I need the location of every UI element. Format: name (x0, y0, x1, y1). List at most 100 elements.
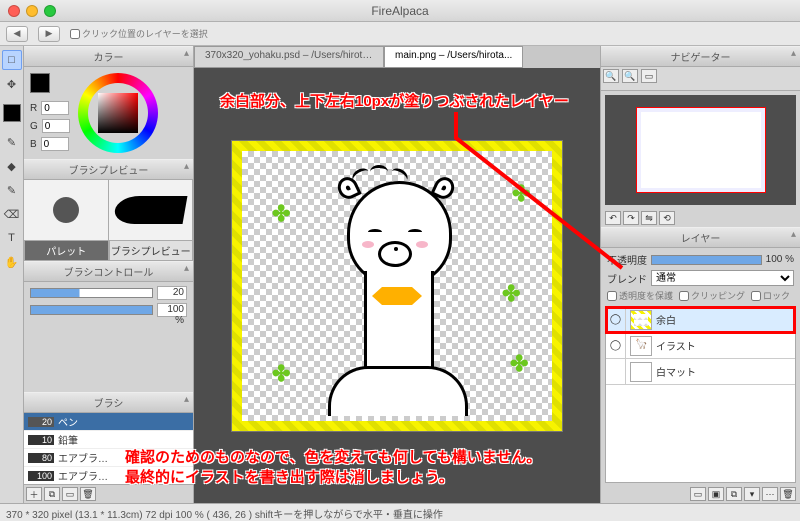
minimize-icon[interactable] (26, 5, 38, 17)
clover-icon: ✤ (512, 181, 530, 207)
brush-name: 鉛筆 (58, 432, 78, 447)
alpaca-illustration (322, 171, 472, 401)
status-bar: 370 * 320 pixel (13.1 * 11.3cm) 72 dpi 1… (0, 503, 800, 521)
navigator-header: ナビゲーター▴ (601, 46, 800, 67)
merge-layer-button[interactable]: ▾ (744, 487, 760, 501)
lock-checkbox[interactable]: ロック (751, 289, 790, 302)
brush-name: エアブラ… (58, 450, 108, 465)
tool-pencil-icon[interactable]: ✎ (2, 180, 22, 200)
brush-item[interactable]: 100エアブラ… (24, 467, 193, 484)
g-label: G (30, 121, 38, 132)
clover-icon: ✤ (272, 361, 290, 387)
layer-opacity-slider[interactable] (651, 255, 762, 265)
layer-thumbnail (630, 336, 652, 356)
rotate-left-button[interactable]: ↶ (605, 211, 621, 225)
reset-button[interactable]: ⟲ (659, 211, 675, 225)
blend-label: ブレンド (607, 271, 647, 286)
g-input[interactable] (42, 119, 70, 133)
duplicate-layer-button[interactable]: ⧉ (726, 487, 742, 501)
duplicate-brush-button[interactable]: ⧉ (44, 487, 60, 501)
r-input[interactable] (41, 101, 69, 115)
r-label: R (30, 103, 37, 114)
close-icon[interactable]: ▴ (184, 161, 189, 172)
brush-item[interactable]: 20ペン (24, 413, 193, 431)
brush-item[interactable]: 80エアブラ… (24, 449, 193, 467)
brush-size-slider[interactable] (30, 288, 153, 298)
brush-name: エアブラ… (58, 468, 108, 483)
close-icon[interactable]: ▴ (791, 229, 796, 240)
brush-stroke-icon (113, 196, 188, 224)
clipping-checkbox[interactable]: クリッピング (679, 289, 745, 302)
layer-row-illust[interactable]: ◯ イラスト (606, 333, 795, 359)
nav-forward-button[interactable]: ▶ (38, 26, 60, 42)
layer-menu-button[interactable]: ⋯ (762, 487, 778, 501)
color-panel-header: カラー▴ (24, 46, 193, 67)
folder-brush-button[interactable]: ▭ (62, 487, 78, 501)
layer-panel-header: レイヤー▴ (601, 227, 800, 248)
close-icon[interactable]: ▴ (184, 263, 189, 274)
navigator-preview[interactable] (605, 95, 796, 205)
new-folder-button[interactable]: ▣ (708, 487, 724, 501)
blend-mode-select[interactable]: 通常 (651, 270, 794, 286)
layer-list: ◯ 余白 ◯ イラスト 白マット (605, 306, 796, 483)
brush-preview-tab[interactable]: ブラシプレビュー (109, 240, 194, 261)
zoom-out-button[interactable]: 🔍 (603, 69, 619, 83)
brush-size-value[interactable]: 20 (157, 286, 187, 300)
close-icon[interactable]: ▴ (184, 394, 189, 405)
tool-marquee-icon[interactable]: □ (2, 50, 22, 70)
b-input[interactable] (41, 137, 69, 151)
layer-thumbnail (630, 362, 652, 382)
delete-layer-button[interactable]: 🗑 (780, 487, 796, 501)
brush-tip-dot-icon (53, 197, 79, 223)
brush-preview (24, 180, 193, 240)
layer-row-yohaku[interactable]: ◯ 余白 (606, 307, 795, 333)
tool-eraser-icon[interactable]: ⌫ (2, 204, 22, 224)
toolbox: □ ✥ ✎ ◆ ✎ ⌫ T ✋ (0, 46, 24, 503)
zoom-fit-button[interactable]: ▭ (641, 69, 657, 83)
tool-pen-icon[interactable]: ✎ (2, 132, 22, 152)
tool-bucket-icon[interactable]: ◆ (2, 156, 22, 176)
zoom-in-button[interactable]: 🔍 (622, 69, 638, 83)
tool-text-icon[interactable]: T (2, 228, 22, 248)
layer-visibility-icon[interactable]: ◯ (606, 333, 626, 358)
brush-item[interactable]: 10鉛筆 (24, 431, 193, 449)
clover-icon: ✤ (510, 351, 528, 377)
new-layer-button[interactable]: ▭ (690, 487, 706, 501)
brush-opacity-value[interactable]: 100 % (157, 303, 187, 317)
canvas-yellow-margin: ✤ ✤ ✤ ✤ ✤ (232, 141, 562, 431)
delete-brush-button[interactable]: 🗑 (80, 487, 96, 501)
nav-back-button[interactable]: ◀ (6, 26, 28, 42)
close-icon[interactable]: ▴ (184, 48, 189, 59)
close-icon[interactable]: ▴ (791, 48, 796, 59)
select-layer-at-click-checkbox[interactable]: クリック位置のレイヤーを選択 (70, 27, 208, 40)
rotate-right-button[interactable]: ↷ (623, 211, 639, 225)
layer-name: 余白 (656, 312, 676, 327)
layer-visibility-icon[interactable]: ◯ (606, 307, 626, 332)
layer-visibility-icon[interactable] (606, 359, 626, 384)
document-tab-active[interactable]: main.png – /Users/hirota... (384, 46, 523, 68)
foreground-color-swatch[interactable] (3, 104, 21, 122)
palette-tab[interactable]: パレット (24, 240, 109, 261)
b-label: B (30, 139, 37, 150)
color-picker[interactable] (78, 73, 168, 153)
brush-opacity-slider[interactable] (30, 305, 153, 315)
brush-name: ペン (58, 414, 78, 429)
layer-thumbnail (630, 310, 652, 330)
layer-row-whitematte[interactable]: 白マット (606, 359, 795, 385)
layer-name: 白マット (656, 364, 696, 379)
document-tab[interactable]: 370x320_yohaku.psd – /Users/hirotakazuto… (194, 46, 384, 68)
current-color-swatch[interactable] (30, 73, 50, 93)
close-icon[interactable] (8, 5, 20, 17)
clover-icon: ✤ (272, 201, 290, 227)
layer-name: イラスト (656, 338, 696, 353)
tool-hand-icon[interactable]: ✋ (2, 252, 22, 272)
zoom-icon[interactable] (44, 5, 56, 17)
brush-preview-header: ブラシプレビュー▴ (24, 159, 193, 180)
protect-alpha-checkbox[interactable]: 透明度を保護 (607, 289, 673, 302)
tool-move-icon[interactable]: ✥ (2, 74, 22, 94)
window-title: FireAlpaca (371, 4, 428, 18)
flip-button[interactable]: ⇋ (641, 211, 657, 225)
canvas-checkerboard[interactable]: ✤ ✤ ✤ ✤ ✤ (242, 151, 552, 421)
clover-icon: ✤ (502, 281, 520, 307)
add-brush-button[interactable]: ＋ (26, 487, 42, 501)
